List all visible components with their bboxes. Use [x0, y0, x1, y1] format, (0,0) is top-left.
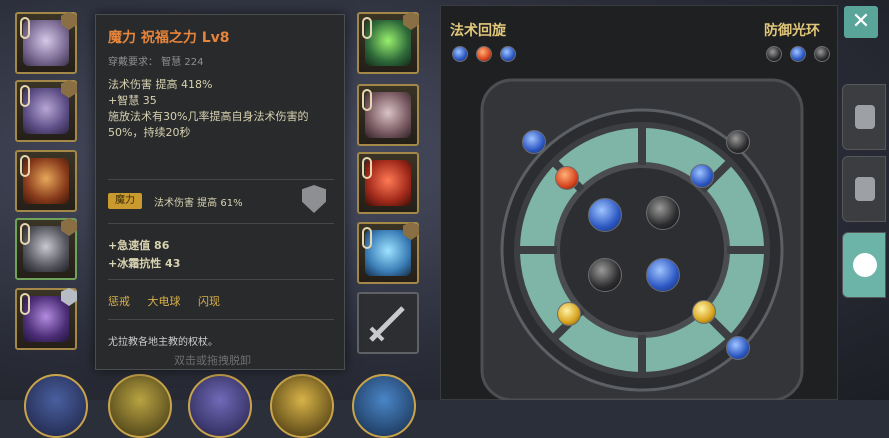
rune-gem-slot[interactable]	[692, 300, 716, 324]
rune-gem-slot[interactable]	[588, 258, 622, 292]
helmet-icon	[855, 105, 875, 129]
equipment-slot-boots[interactable]	[357, 152, 419, 214]
equipment-slot-ring[interactable]	[357, 222, 419, 284]
divider	[108, 223, 334, 224]
stat-line: +智慧 35	[108, 94, 157, 107]
equipment-slot-armor[interactable]	[15, 150, 77, 212]
equipment-slot-gauntlet[interactable]	[15, 218, 77, 280]
set-gem-icon	[766, 46, 782, 62]
item-description: 尤拉教各地主教的权杖。	[108, 337, 218, 348]
tab-equipment[interactable]	[842, 84, 886, 150]
equipment-slot-hood[interactable]	[15, 80, 77, 142]
bonus-line: +冰霜抗性 43	[108, 257, 181, 270]
target-icon	[853, 253, 877, 277]
shield-icon	[302, 185, 326, 213]
rune-gem-slot[interactable]	[690, 164, 714, 188]
bonus-line: +急速值 86	[108, 239, 170, 252]
skill-orb[interactable]	[188, 374, 252, 438]
skill-orb[interactable]	[108, 374, 172, 438]
lock-icon	[20, 85, 30, 107]
enchant-tag: 魔力	[108, 193, 142, 209]
lock-icon	[20, 17, 30, 39]
stat-line: 法术伤害 提高 418%	[108, 78, 213, 91]
rune-board	[480, 78, 804, 400]
rune-gem-slot[interactable]	[555, 166, 579, 190]
skill-name: 大电球	[147, 295, 181, 308]
equipment-slot-helmet[interactable]	[15, 12, 77, 74]
rune-gem-slot[interactable]	[557, 302, 581, 326]
skill-orb[interactable]	[270, 374, 334, 438]
item-stats: 法术伤害 提高 418% +智慧 35 施放法术有30%几率提高自身法术伤害的5…	[108, 77, 336, 141]
item-bonuses: +急速值 86 +冰霜抗性 43	[108, 237, 180, 273]
lock-icon	[362, 227, 372, 249]
enchant-text: 法术伤害 提高 61%	[154, 198, 243, 209]
rune-gem-slot[interactable]	[646, 258, 680, 292]
set-gem-icon	[500, 46, 516, 62]
item-skills: 惩戒 大电球 闪现	[108, 293, 234, 309]
skill-orb[interactable]	[24, 374, 88, 438]
item-tooltip: 魔力 祝福之力 Lv8 穿戴要求： 智慧 224 法术伤害 提高 418% +智…	[95, 14, 345, 370]
rune-set-title-left: 法术回旋	[450, 23, 506, 39]
unequip-hint: 双击或拖拽脱卸	[174, 354, 251, 367]
gloves-icon	[855, 177, 875, 201]
skill-name: 闪现	[198, 295, 220, 308]
rune-gem-slot[interactable]	[726, 130, 750, 154]
lock-icon	[362, 157, 372, 179]
skill-orb[interactable]	[352, 374, 416, 438]
tab-weapons[interactable]	[842, 156, 886, 222]
equipment-slot-amulet[interactable]	[357, 12, 419, 74]
tab-runes[interactable]	[842, 232, 886, 298]
rune-set-title-right: 防御光环	[764, 23, 820, 39]
stat-line: 施放法术有30%几率提高自身法术伤害的50%，持续20秒	[108, 110, 309, 139]
set-gem-icon	[452, 46, 468, 62]
equipment-slot-gloves[interactable]	[357, 84, 419, 146]
skill-name: 惩戒	[108, 295, 130, 308]
lock-icon	[20, 155, 30, 177]
item-requirement: 穿戴要求： 智慧 224	[108, 57, 204, 68]
lock-icon	[362, 17, 372, 39]
rune-gem-slot[interactable]	[726, 336, 750, 360]
rune-gem-slot[interactable]	[522, 130, 546, 154]
set-gem-icon	[814, 46, 830, 62]
set-gem-icon	[790, 46, 806, 62]
lock-icon	[20, 223, 30, 245]
set-gem-icon	[476, 46, 492, 62]
equipment-slot-weapon-empty[interactable]	[357, 292, 419, 354]
divider	[108, 179, 334, 180]
divider	[108, 319, 334, 320]
close-button[interactable]: ✕	[844, 6, 878, 38]
item-title: 魔力 祝福之力 Lv8	[108, 30, 230, 46]
lock-icon	[362, 89, 372, 111]
equipment-slot-staff[interactable]	[15, 288, 77, 350]
divider	[108, 279, 334, 280]
rune-gem-slot[interactable]	[588, 198, 622, 232]
lock-icon	[20, 293, 30, 315]
rune-gem-slot[interactable]	[646, 196, 680, 230]
sword-icon	[369, 306, 405, 342]
